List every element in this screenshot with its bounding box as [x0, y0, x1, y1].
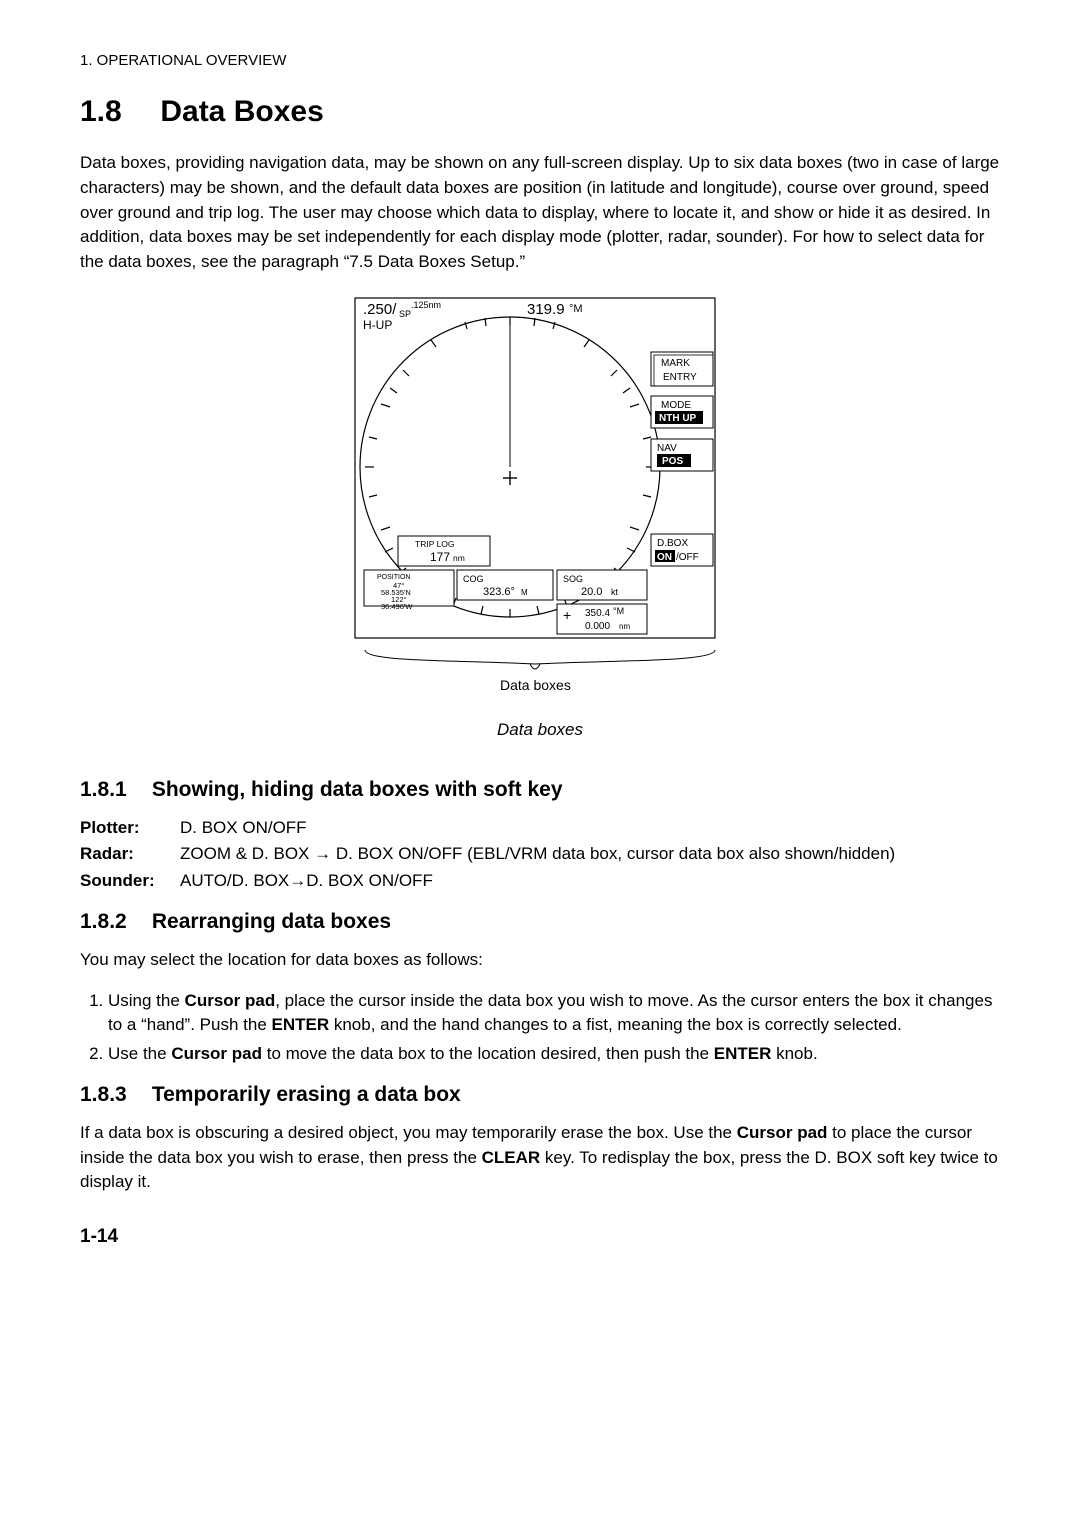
svg-text:0.000: 0.000: [585, 621, 610, 632]
softkey-dbox-onoff: D.BOX ON /OFF: [651, 534, 713, 566]
subsection-183-heading: 1.8.3 Temporarily erasing a data box: [80, 1080, 1000, 1110]
svg-text:POSITION: POSITION: [377, 574, 410, 581]
range-sp: SP: [399, 309, 411, 319]
svg-text:M: M: [521, 588, 528, 597]
svg-text:kt: kt: [611, 587, 619, 597]
svg-text:177: 177: [430, 550, 450, 564]
page-header: 1. OPERATIONAL OVERVIEW: [80, 50, 1000, 72]
page-number: 1-14: [80, 1223, 1000, 1251]
databox-cog: COG 323.6° M: [457, 570, 553, 600]
databox-triplog: TRIP LOG 177 nm: [398, 536, 490, 566]
subsection-182-num: 1.8.2: [80, 907, 146, 937]
sounder-label: Sounder:: [80, 869, 180, 894]
sounder-value: AUTO/D. BOX→D. BOX ON/OFF: [180, 869, 1000, 894]
figure-data-boxes: .250/ SP .125nm H-UP 319.9 °M MARK ENTRY…: [80, 292, 1000, 761]
subsection-181-num: 1.8.1: [80, 775, 146, 805]
step-2: Use the Cursor pad to move the data box …: [108, 1042, 1000, 1067]
orientation-mode: H-UP: [363, 318, 392, 332]
svg-text:/OFF: /OFF: [676, 552, 699, 563]
subsection-182-heading: 1.8.2 Rearranging data boxes: [80, 907, 1000, 937]
databox-cursor: + 350.4 °M 0.000 nm: [557, 604, 647, 634]
subsection-181-title: Showing, hiding data boxes with soft key: [152, 778, 563, 801]
svg-text:NAV: NAV: [657, 443, 677, 454]
softkey-mapping: Plotter: D. BOX ON/OFF Radar: ZOOM & D. …: [80, 816, 1000, 894]
softkey-mark-entry: MARK ENTRY: [651, 352, 713, 386]
svg-text:20.0: 20.0: [581, 586, 602, 598]
svg-text:nm: nm: [619, 622, 630, 631]
radar-value: ZOOM & D. BOX → D. BOX ON/OFF (EBL/VRM d…: [180, 842, 1000, 867]
databox-sog: SOG 20.0 kt: [557, 570, 647, 600]
subsection-181-heading: 1.8.1 Showing, hiding data boxes with so…: [80, 775, 1000, 805]
svg-text:ENTRY: ENTRY: [663, 372, 697, 383]
svg-text:NTH UP: NTH UP: [659, 413, 697, 424]
intro-paragraph: Data boxes, providing navigation data, m…: [80, 151, 1000, 274]
section-number: 1.8: [80, 90, 152, 134]
ring-range: .125nm: [411, 300, 441, 310]
svg-text:TRIP LOG: TRIP LOG: [415, 539, 455, 549]
sec182-lead: You may select the location for data box…: [80, 948, 1000, 973]
rearranging-steps: Using the Cursor pad, place the cursor i…: [80, 989, 1000, 1067]
svg-text:D.BOX: D.BOX: [657, 538, 688, 549]
svg-text:36.496'W: 36.496'W: [381, 602, 413, 611]
svg-text:350.4: 350.4: [585, 608, 610, 619]
figure-caption: Data boxes: [497, 718, 583, 743]
heading-unit: °M: [569, 303, 583, 315]
svg-text:+: +: [563, 607, 571, 623]
step-1: Using the Cursor pad, place the cursor i…: [108, 989, 1000, 1038]
subsection-183-title: Temporarily erasing a data box: [152, 1083, 461, 1106]
heading-value: 319.9: [527, 301, 565, 318]
databox-position: POSITION 47° 58.535'N 122° 36.496'W: [364, 570, 454, 611]
brace-label: Data boxes: [500, 677, 571, 693]
radar-label: Radar:: [80, 842, 180, 867]
range-val: .250/: [363, 301, 397, 318]
subsection-183-num: 1.8.3: [80, 1080, 146, 1110]
softkey-mode-nthup: MODE NTH UP: [651, 396, 713, 428]
radar-diagram-svg: .250/ SP .125nm H-UP 319.9 °M MARK ENTRY…: [335, 292, 745, 712]
plotter-label: Plotter:: [80, 816, 180, 841]
svg-text:MODE: MODE: [661, 400, 691, 411]
svg-text:ON: ON: [657, 552, 672, 563]
svg-text:SOG: SOG: [563, 574, 583, 584]
section-title: Data Boxes: [160, 95, 323, 128]
section-heading: 1.8 Data Boxes: [80, 90, 1000, 134]
softkey-nav-pos: NAV POS: [651, 439, 713, 471]
svg-text:MARK: MARK: [661, 358, 690, 369]
subsection-182-title: Rearranging data boxes: [152, 910, 391, 933]
plotter-value: D. BOX ON/OFF: [180, 816, 1000, 841]
svg-text:°M: °M: [613, 606, 624, 616]
svg-text:nm: nm: [453, 553, 465, 563]
svg-text:COG: COG: [463, 574, 484, 584]
sec183-body: If a data box is obscuring a desired obj…: [80, 1121, 1000, 1195]
svg-text:323.6°: 323.6°: [483, 586, 515, 598]
svg-text:POS: POS: [662, 456, 683, 467]
